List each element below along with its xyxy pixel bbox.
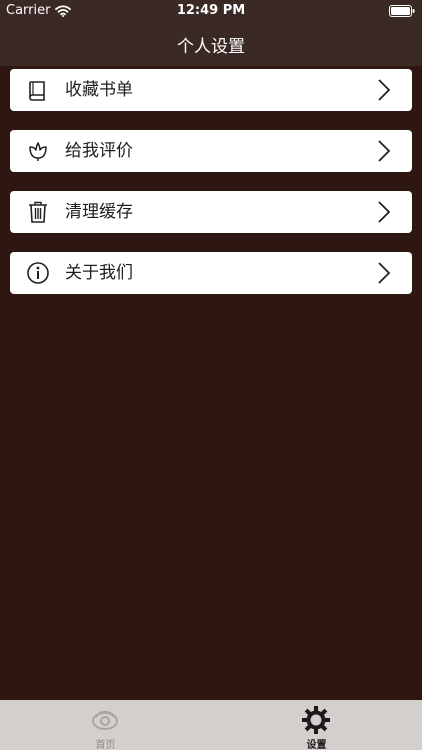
home-logo-icon xyxy=(92,710,118,730)
nav-bar: 个人设置 xyxy=(0,22,422,66)
trash-icon xyxy=(29,201,47,223)
book-icon xyxy=(29,81,45,101)
chevron-right-icon xyxy=(378,201,391,223)
settings-item-favorites[interactable]: 收藏书单 xyxy=(10,69,412,111)
settings-item-label: 清理缓存 xyxy=(65,202,133,222)
flower-icon xyxy=(29,142,47,161)
tab-label: 设置 xyxy=(306,740,327,750)
page-title: 个人设置 xyxy=(177,36,245,57)
status-bar: Carrier 12:49 PM xyxy=(0,0,422,22)
settings-item-label: 收藏书单 xyxy=(65,80,133,100)
chevron-right-icon xyxy=(378,262,391,284)
settings-item-rate[interactable]: 给我评价 xyxy=(10,130,412,172)
battery-icon xyxy=(389,5,415,21)
gear-icon xyxy=(302,706,330,734)
info-icon xyxy=(27,262,49,284)
status-time: 12:49 PM xyxy=(176,3,246,18)
tab-home[interactable]: 首页 xyxy=(0,700,211,750)
settings-item-clear-cache[interactable]: 清理缓存 xyxy=(10,191,412,233)
chevron-right-icon xyxy=(378,140,391,162)
tab-label: 首页 xyxy=(95,740,116,750)
chevron-right-icon xyxy=(378,79,391,101)
settings-item-label: 给我评价 xyxy=(65,141,133,161)
settings-item-about[interactable]: 关于我们 xyxy=(10,252,412,294)
tab-settings[interactable]: 设置 xyxy=(211,700,422,750)
settings-item-label: 关于我们 xyxy=(65,263,133,283)
settings-list: 收藏书单 给我评价 清理缓存 关于我们 xyxy=(10,69,412,313)
tab-bar: 首页 设置 xyxy=(0,700,422,750)
